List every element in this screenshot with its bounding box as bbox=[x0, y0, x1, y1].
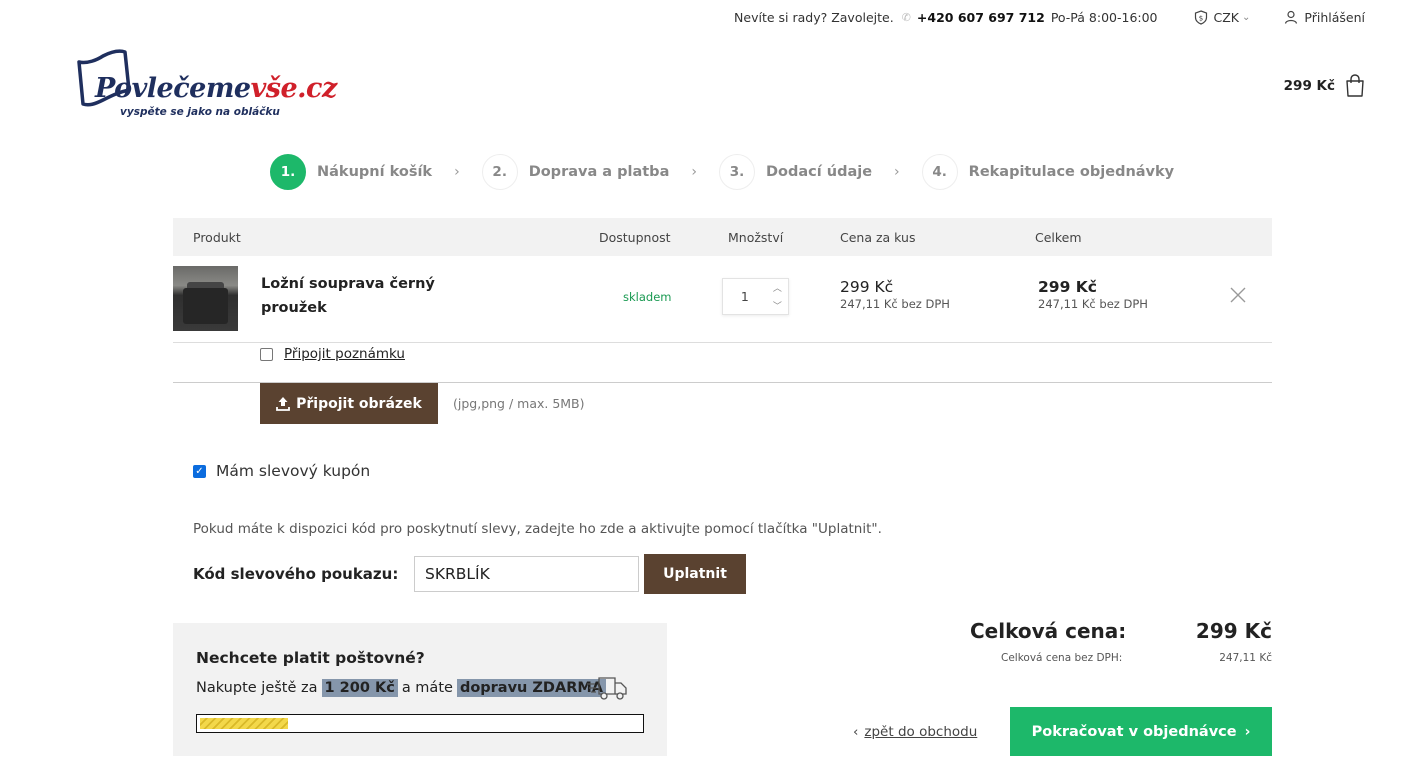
header-total: Celkem bbox=[1035, 230, 1082, 245]
step-label: Nákupní košík bbox=[317, 164, 433, 180]
chevron-down-icon[interactable]: ﹀ bbox=[767, 297, 788, 315]
opening-hours: Po-Pá 8:00-16:00 bbox=[1050, 9, 1158, 25]
product-name[interactable]: Ložní souprava černý proužek bbox=[261, 272, 461, 320]
availability-status: skladem bbox=[623, 290, 672, 304]
login-label: Přihlášení bbox=[1304, 9, 1365, 25]
chevron-right-icon: › bbox=[1244, 723, 1251, 740]
coupon-code-input[interactable] bbox=[414, 556, 639, 592]
chevron-right-icon: › bbox=[454, 164, 460, 180]
coupon-field-label: Kód slevového poukazu: bbox=[193, 565, 399, 583]
coupon-checkbox[interactable]: ✓ bbox=[193, 464, 206, 478]
header-cart[interactable]: 299 Kč bbox=[1284, 74, 1365, 98]
chevron-down-icon: ⌄ bbox=[1242, 11, 1251, 23]
continue-order-label: Pokračovat v objednávce bbox=[1031, 723, 1237, 740]
header-availability: Dostupnost bbox=[599, 230, 671, 245]
upload-hint: (jpg,png / max. 5MB) bbox=[453, 396, 585, 411]
step-number: 4. bbox=[921, 154, 958, 190]
line-total-net: 247,11 Kč bez DPH bbox=[1038, 297, 1148, 311]
checkout-steps: 1. Nákupní košík › 2. Doprava a platba ›… bbox=[270, 153, 1174, 191]
row-divider bbox=[173, 342, 1272, 343]
attach-note[interactable]: Připojit poznámku bbox=[260, 346, 405, 362]
total-price-value: 299 Kč bbox=[1195, 619, 1272, 643]
cart-table-header: Produkt Dostupnost Množství Cena za kus … bbox=[173, 218, 1272, 256]
free-shipping-progress-fill bbox=[200, 718, 288, 729]
quantity-stepper[interactable]: 1 ︿ ﹀ bbox=[722, 278, 789, 315]
attach-image-label: Připojit obrázek bbox=[296, 395, 422, 412]
back-to-shop[interactable]: ‹ zpět do obchodu bbox=[853, 724, 977, 740]
unit-price-net: 247,11 Kč bez DPH bbox=[840, 297, 950, 311]
free-shipping-highlight: dopravu ZDARMA bbox=[456, 679, 607, 697]
attach-image-button[interactable]: Připojit obrázek bbox=[260, 383, 438, 424]
step-number: 1. bbox=[270, 154, 306, 190]
step-cart[interactable]: 1. Nákupní košík bbox=[270, 154, 432, 190]
apply-coupon-button[interactable]: Uplatnit bbox=[644, 554, 746, 594]
coupon-checkbox-label: Mám slevový kupón bbox=[216, 462, 371, 480]
currency-shield-icon: $ bbox=[1194, 9, 1207, 25]
chevron-right-icon: › bbox=[894, 164, 900, 180]
free-shipping-text-before: Nakupte ještě za bbox=[196, 680, 318, 696]
site-logo[interactable]: Povlečemevše.cz vyspěte se jako na obláč… bbox=[75, 48, 337, 123]
free-shipping-amount: 1 200 Kč bbox=[321, 679, 398, 697]
header-quantity: Množství bbox=[728, 230, 784, 245]
unit-price: 299 Kč 247,11 Kč bez DPH bbox=[840, 278, 950, 311]
back-to-shop-link[interactable]: zpět do obchodu bbox=[864, 724, 977, 740]
quantity-value[interactable]: 1 bbox=[723, 279, 767, 314]
step-shipping-payment[interactable]: 2. Doprava a platba bbox=[481, 154, 670, 190]
header-unit-price: Cena za kus bbox=[840, 230, 916, 245]
shopping-bag-icon bbox=[1346, 74, 1364, 97]
step-number: 3. bbox=[718, 154, 755, 190]
phone-icon: ✆ bbox=[901, 10, 911, 24]
logo-text: Povlečemevše.cz bbox=[95, 73, 337, 104]
phone-number[interactable]: +420 607 697 712 bbox=[917, 10, 1045, 25]
free-shipping-box: Nechcete platit poštovné? Nakupte ještě … bbox=[173, 623, 667, 756]
logo-tagline: vyspěte se jako na obláčku bbox=[120, 106, 280, 118]
product-image-bed bbox=[183, 288, 228, 324]
free-shipping-progress bbox=[196, 714, 644, 733]
chevron-right-icon: › bbox=[691, 164, 697, 180]
free-shipping-text-middle: a máte bbox=[401, 680, 453, 696]
user-icon bbox=[1285, 10, 1298, 24]
chevron-left-icon: ‹ bbox=[853, 724, 859, 740]
upload-icon bbox=[276, 397, 291, 411]
product-image[interactable] bbox=[173, 266, 238, 331]
step-number: 2. bbox=[481, 154, 518, 190]
svg-text:$: $ bbox=[1198, 14, 1202, 22]
coupon-toggle[interactable]: ✓ Mám slevový kupón bbox=[193, 462, 370, 480]
cart-total: 299 Kč bbox=[1283, 78, 1335, 94]
step-label: Dodací údaje bbox=[765, 164, 873, 180]
total-price-label: Celková cena: bbox=[970, 619, 1127, 643]
help-text: Nevíte si rady? Zavolejte. bbox=[734, 9, 894, 25]
chevron-up-icon[interactable]: ︿ bbox=[767, 279, 788, 297]
line-total-gross: 299 Kč bbox=[1038, 278, 1097, 296]
continue-order-button[interactable]: Pokračovat v objednávce › bbox=[1010, 707, 1272, 756]
step-order-summary[interactable]: 4. Rekapitulace objednávky bbox=[921, 154, 1175, 190]
line-total: 299 Kč 247,11 Kč bez DPH bbox=[1038, 278, 1148, 311]
unit-price-gross: 299 Kč bbox=[840, 278, 894, 296]
currency-selector[interactable]: $ CZK ⌄ bbox=[1194, 9, 1251, 25]
login-link[interactable]: Přihlášení bbox=[1284, 10, 1365, 25]
net-price-label: Celková cena bez DPH: bbox=[1001, 652, 1123, 664]
note-checkbox[interactable] bbox=[260, 347, 273, 361]
close-icon[interactable] bbox=[1228, 285, 1248, 305]
currency-label: CZK bbox=[1213, 9, 1240, 25]
free-shipping-text: Nakupte ještě za 1 200 Kč a máte dopravu… bbox=[196, 679, 610, 697]
net-price-value: 247,11 Kč bbox=[1219, 652, 1272, 664]
top-bar: Nevíte si rady? Zavolejte. ✆ +420 607 69… bbox=[734, 8, 1365, 26]
attach-note-link[interactable]: Připojit poznámku bbox=[284, 346, 405, 362]
header-product: Produkt bbox=[193, 230, 241, 245]
step-label: Doprava a platba bbox=[528, 164, 670, 180]
quantity-arrows: ︿ ﹀ bbox=[767, 279, 788, 314]
delivery-truck-icon bbox=[587, 677, 627, 700]
step-label: Rekapitulace objednávky bbox=[968, 164, 1175, 180]
free-shipping-title: Nechcete platit poštovné? bbox=[196, 649, 425, 667]
coupon-description: Pokud máte k dispozici kód pro poskytnut… bbox=[193, 521, 882, 537]
step-delivery-details[interactable]: 3. Dodací údaje bbox=[718, 154, 873, 190]
